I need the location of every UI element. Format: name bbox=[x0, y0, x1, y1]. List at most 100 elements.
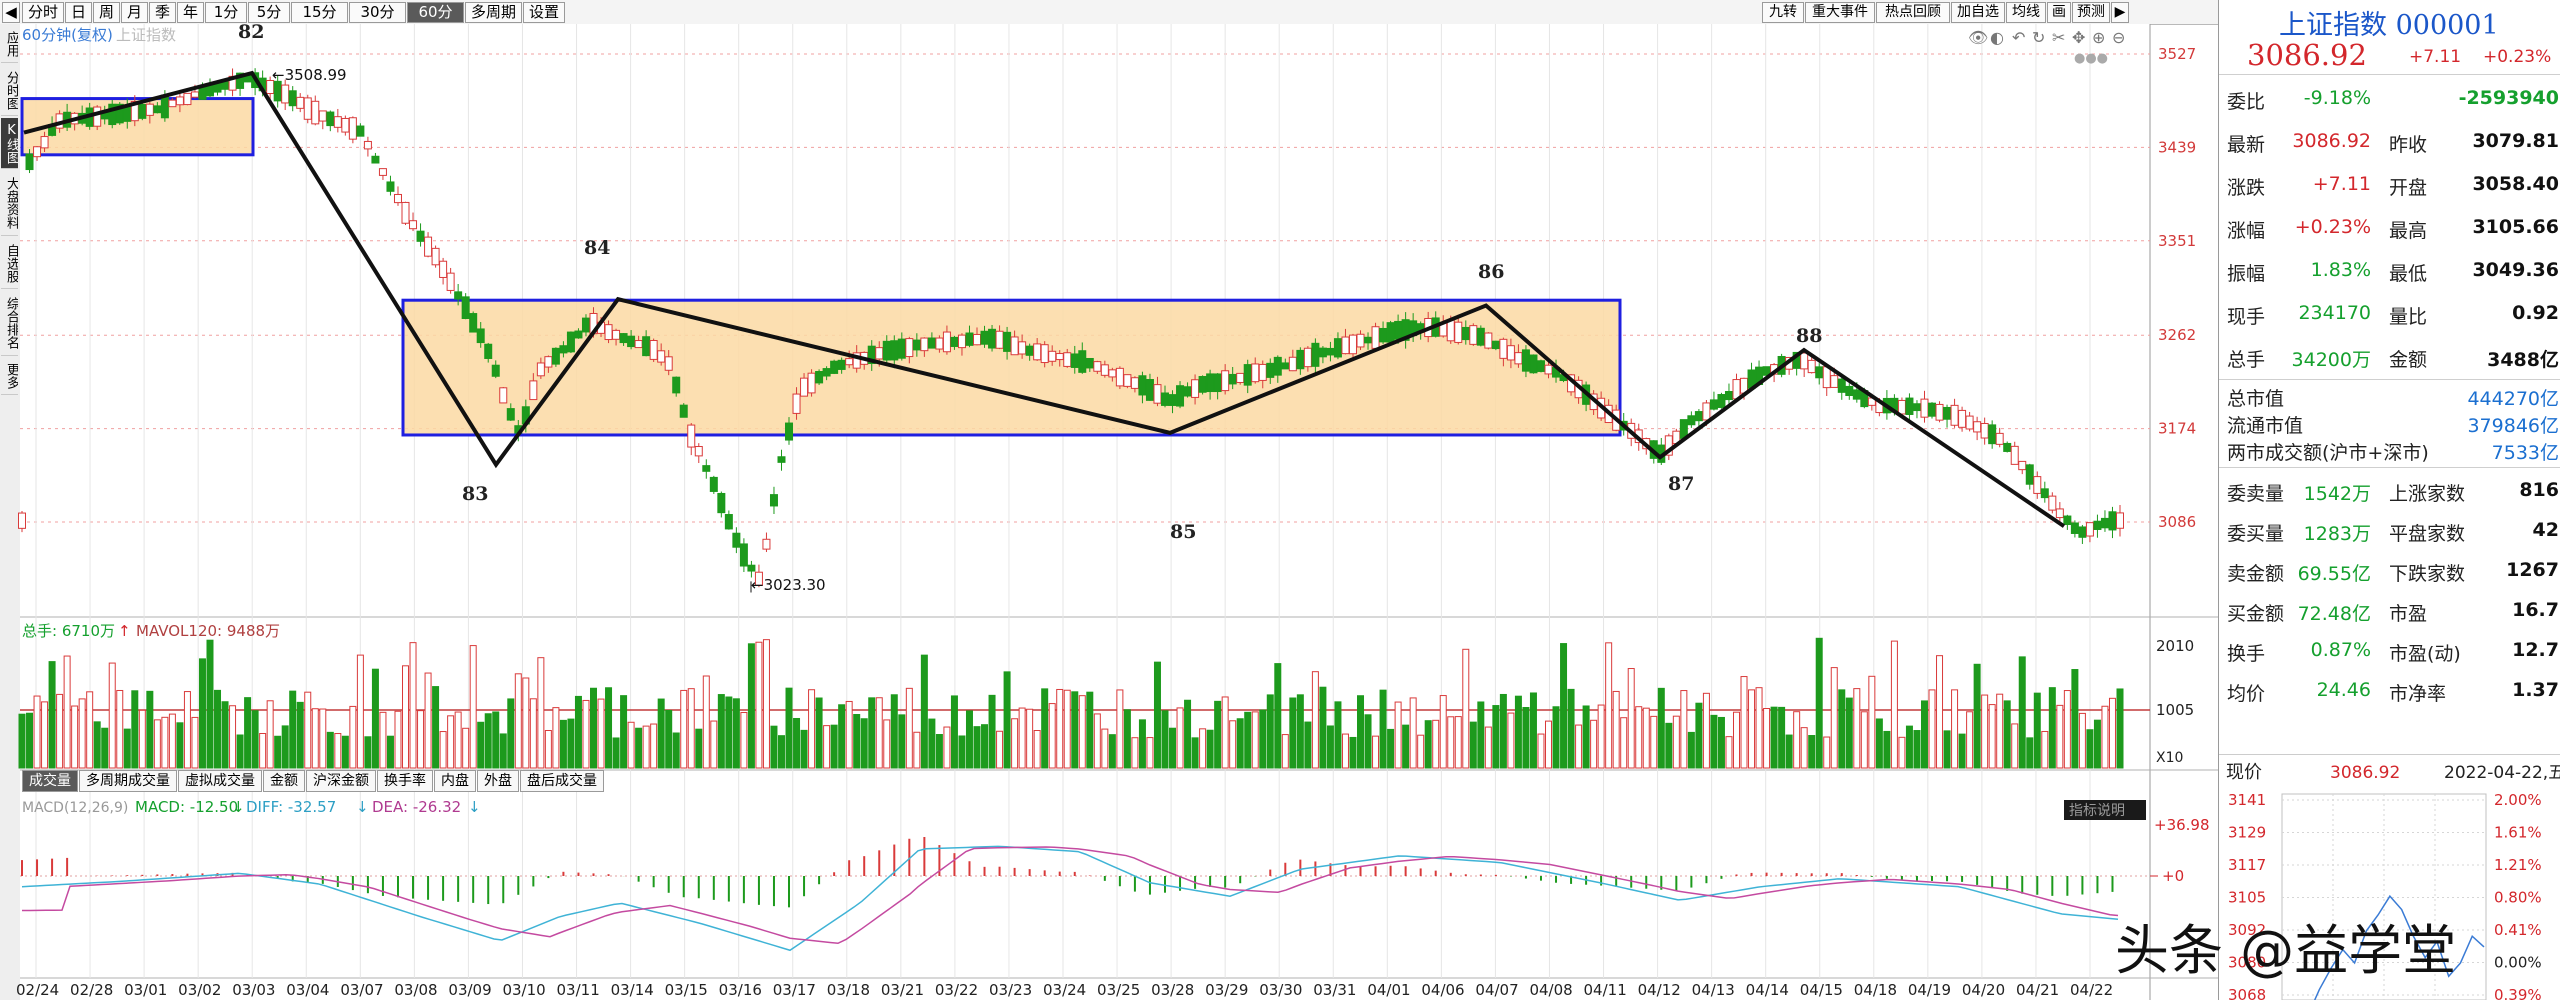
period-button-10[interactable]: 60分 bbox=[407, 2, 464, 23]
volume-bar bbox=[1251, 711, 1259, 769]
indicator-tab-7[interactable]: 外盘 bbox=[477, 770, 519, 792]
period-button-0[interactable]: 分时 bbox=[22, 2, 64, 23]
period-button-6[interactable]: 1分 bbox=[205, 2, 247, 23]
candle-body bbox=[672, 376, 681, 394]
indicator-tab-3[interactable]: 金额 bbox=[263, 770, 305, 792]
undo-icon[interactable]: ↶ bbox=[2012, 28, 2025, 47]
volume-bar bbox=[1575, 724, 1583, 769]
volume-total-label: 总手: 6710万 bbox=[22, 622, 115, 640]
indicator-tab-5[interactable]: 换手率 bbox=[377, 770, 433, 792]
indicator-tab-1[interactable]: 多周期成交量 bbox=[79, 770, 177, 792]
volume-bar bbox=[732, 698, 740, 769]
contrast-icon[interactable]: ◐ bbox=[1990, 28, 2004, 47]
volume-bar bbox=[687, 688, 695, 769]
volume-bar bbox=[349, 705, 357, 769]
indicator-tab-0[interactable]: 成交量 bbox=[22, 770, 78, 792]
volume-bar bbox=[1605, 642, 1613, 769]
kline-chart[interactable]: 82 83 84 85 86 87 88 ←3508.99 ←3023.30 3527 3439 3… bbox=[0, 24, 2218, 1000]
period-button-7[interactable]: 5分 bbox=[248, 2, 290, 23]
volume-bar bbox=[988, 694, 996, 769]
toolbar-right-button-3[interactable]: 加自选 bbox=[1951, 2, 2005, 23]
toolbar-right-arrow[interactable]: ▶ bbox=[2111, 2, 2129, 23]
candle-body bbox=[1928, 402, 1937, 417]
date-label: 03/24 bbox=[1043, 981, 1086, 999]
quote-label2-2: 开盘 bbox=[2389, 177, 2428, 199]
candle-body bbox=[649, 340, 658, 360]
volume-bar bbox=[1650, 715, 1658, 769]
move-icon[interactable]: ✥ bbox=[2072, 28, 2085, 47]
volume-bar bbox=[1725, 736, 1733, 769]
period-button-12[interactable]: 设置 bbox=[523, 2, 565, 23]
breadth-label-3: 买金额 bbox=[2227, 603, 2285, 625]
indicator-tab-6[interactable]: 内盘 bbox=[434, 770, 476, 792]
candle-body bbox=[920, 337, 929, 352]
volume-bar bbox=[1387, 728, 1395, 769]
volume-bar bbox=[1048, 703, 1056, 769]
volume-bar bbox=[1199, 728, 1207, 769]
candle-body bbox=[190, 91, 199, 98]
toolbar-right-button-6[interactable]: 预测 bbox=[2072, 2, 2110, 23]
candle-body bbox=[950, 336, 959, 347]
candle-body bbox=[378, 168, 387, 176]
toolbar-right-button-5[interactable]: 画 bbox=[2047, 2, 2071, 23]
period-button-4[interactable]: 季 bbox=[149, 2, 176, 23]
period-toolbar: ◀ 分时日周月季年 1分 5分 15分 30分 60分 多周期 设置 九转 重大事件 热点回顾 加自选均… bbox=[0, 0, 2218, 25]
period-button-2[interactable]: 周 bbox=[93, 2, 120, 23]
candle-body bbox=[1694, 411, 1703, 422]
indicator-tab-2[interactable]: 虚拟成交量 bbox=[178, 770, 262, 792]
zoom-in-icon[interactable]: ⊕ bbox=[2092, 28, 2105, 47]
volume-bar bbox=[1402, 724, 1410, 769]
indicator-tab-8[interactable]: 盘后成交量 bbox=[520, 770, 604, 792]
volume-bar bbox=[620, 695, 628, 769]
period-button-5[interactable]: 年 bbox=[177, 2, 204, 23]
eye-icon[interactable]: 👁 bbox=[1968, 28, 1988, 47]
volume-bar bbox=[1101, 728, 1109, 769]
volume-bar bbox=[1439, 695, 1447, 769]
volume-bar bbox=[311, 708, 319, 769]
volume-bar bbox=[1560, 643, 1568, 769]
date-label: 02/24 bbox=[16, 981, 59, 999]
date-label: 04/15 bbox=[1800, 981, 1843, 999]
scissors-icon[interactable]: ✂ bbox=[2052, 28, 2065, 47]
toolbar-right-button-4[interactable]: 均线 bbox=[2006, 2, 2046, 23]
toolbar-right-button-0[interactable]: 九转 bbox=[1762, 2, 1804, 23]
volume-bar bbox=[1815, 637, 1823, 769]
volume-bar bbox=[1770, 706, 1778, 769]
volume-bar bbox=[627, 721, 635, 769]
candle-body bbox=[416, 230, 425, 242]
period-button-3[interactable]: 月 bbox=[121, 2, 148, 23]
volume-bar bbox=[695, 728, 703, 769]
volume-bar bbox=[1259, 709, 1267, 769]
candle-body bbox=[1070, 353, 1079, 368]
candle-body bbox=[830, 360, 839, 374]
volume-bar bbox=[454, 711, 462, 769]
candle-body bbox=[1837, 378, 1846, 393]
candle-body bbox=[25, 153, 34, 171]
zoom-out-icon[interactable]: ⊖ bbox=[2112, 28, 2125, 47]
toolbar-right-button-1[interactable]: 重大事件 bbox=[1805, 2, 1875, 23]
breadth-value-4: 0.87% bbox=[2310, 639, 2371, 661]
toolbar-left-arrow[interactable]: ◀ bbox=[2, 2, 20, 23]
volume-bar bbox=[1755, 687, 1763, 769]
candle-body bbox=[1364, 336, 1373, 344]
candle-body bbox=[18, 512, 26, 529]
date-label: 03/25 bbox=[1097, 981, 1140, 999]
breadth-value-1: 1283万 bbox=[2303, 523, 2371, 545]
candle-body bbox=[1266, 362, 1275, 378]
candle-body bbox=[544, 356, 553, 368]
market-value-2: 7533亿 bbox=[2491, 442, 2559, 464]
candle-body bbox=[1935, 403, 1944, 421]
period-button-1[interactable]: 日 bbox=[65, 2, 92, 23]
toolbar-right-button-2[interactable]: 热点回顾 bbox=[1876, 2, 1950, 23]
period-button-8[interactable]: 15分 bbox=[291, 2, 348, 23]
volume-bar bbox=[409, 642, 417, 769]
candle-body bbox=[431, 247, 440, 266]
candle-body bbox=[1003, 331, 1012, 352]
indicator-tab-4[interactable]: 沪深金额 bbox=[306, 770, 376, 792]
candle-body bbox=[326, 111, 335, 127]
volume-bar bbox=[1507, 712, 1515, 769]
refresh-icon[interactable]: ↻ bbox=[2032, 28, 2045, 47]
period-button-9[interactable]: 30分 bbox=[349, 2, 406, 23]
period-button-11[interactable]: 多周期 bbox=[465, 2, 522, 23]
quote-label-3: 涨幅 bbox=[2227, 220, 2266, 242]
